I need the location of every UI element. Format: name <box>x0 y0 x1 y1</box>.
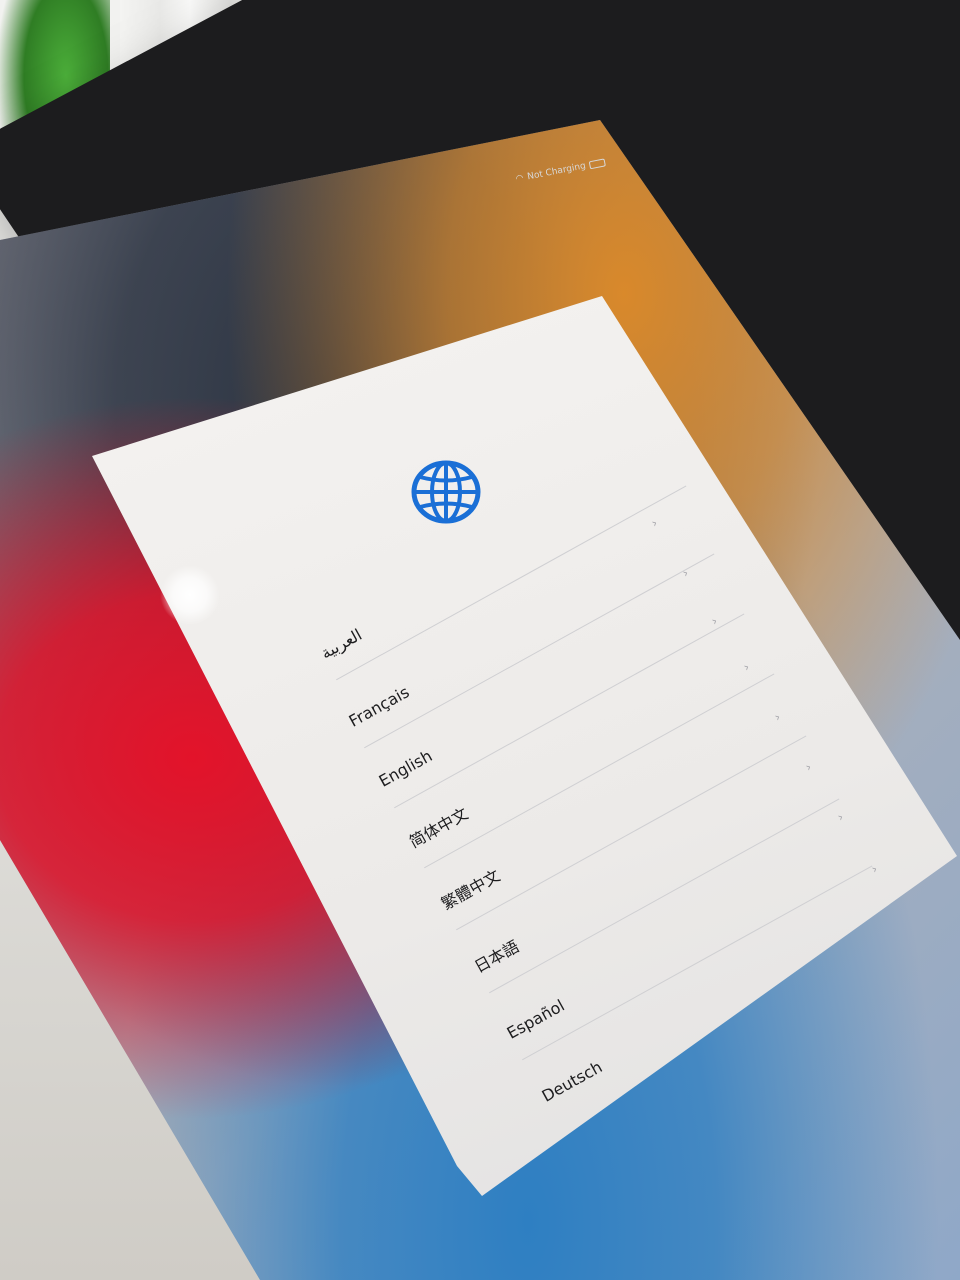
chevron-right-icon: › <box>834 809 846 825</box>
photo-scene: ◠ Not Charging العربية Français English <box>0 0 960 1280</box>
language-list: العربية Français English 简体中文 繁體中文 日本語 E… <box>0 0 960 1280</box>
language-label: 繁體中文 <box>438 865 504 914</box>
light-reflection <box>160 565 220 625</box>
language-label: 简体中文 <box>406 803 472 852</box>
language-label: العربية <box>317 624 365 663</box>
chevron-right-icon: › <box>868 861 880 877</box>
language-label: Deutsch <box>538 1056 606 1106</box>
language-label: 日本語 <box>471 936 523 977</box>
tablet-screen: ◠ Not Charging العربية Français English <box>0 0 960 1280</box>
language-label: Français <box>345 681 413 731</box>
chevron-right-icon: › <box>648 515 660 531</box>
language-label: English <box>375 745 436 791</box>
language-label: Español <box>503 995 568 1043</box>
